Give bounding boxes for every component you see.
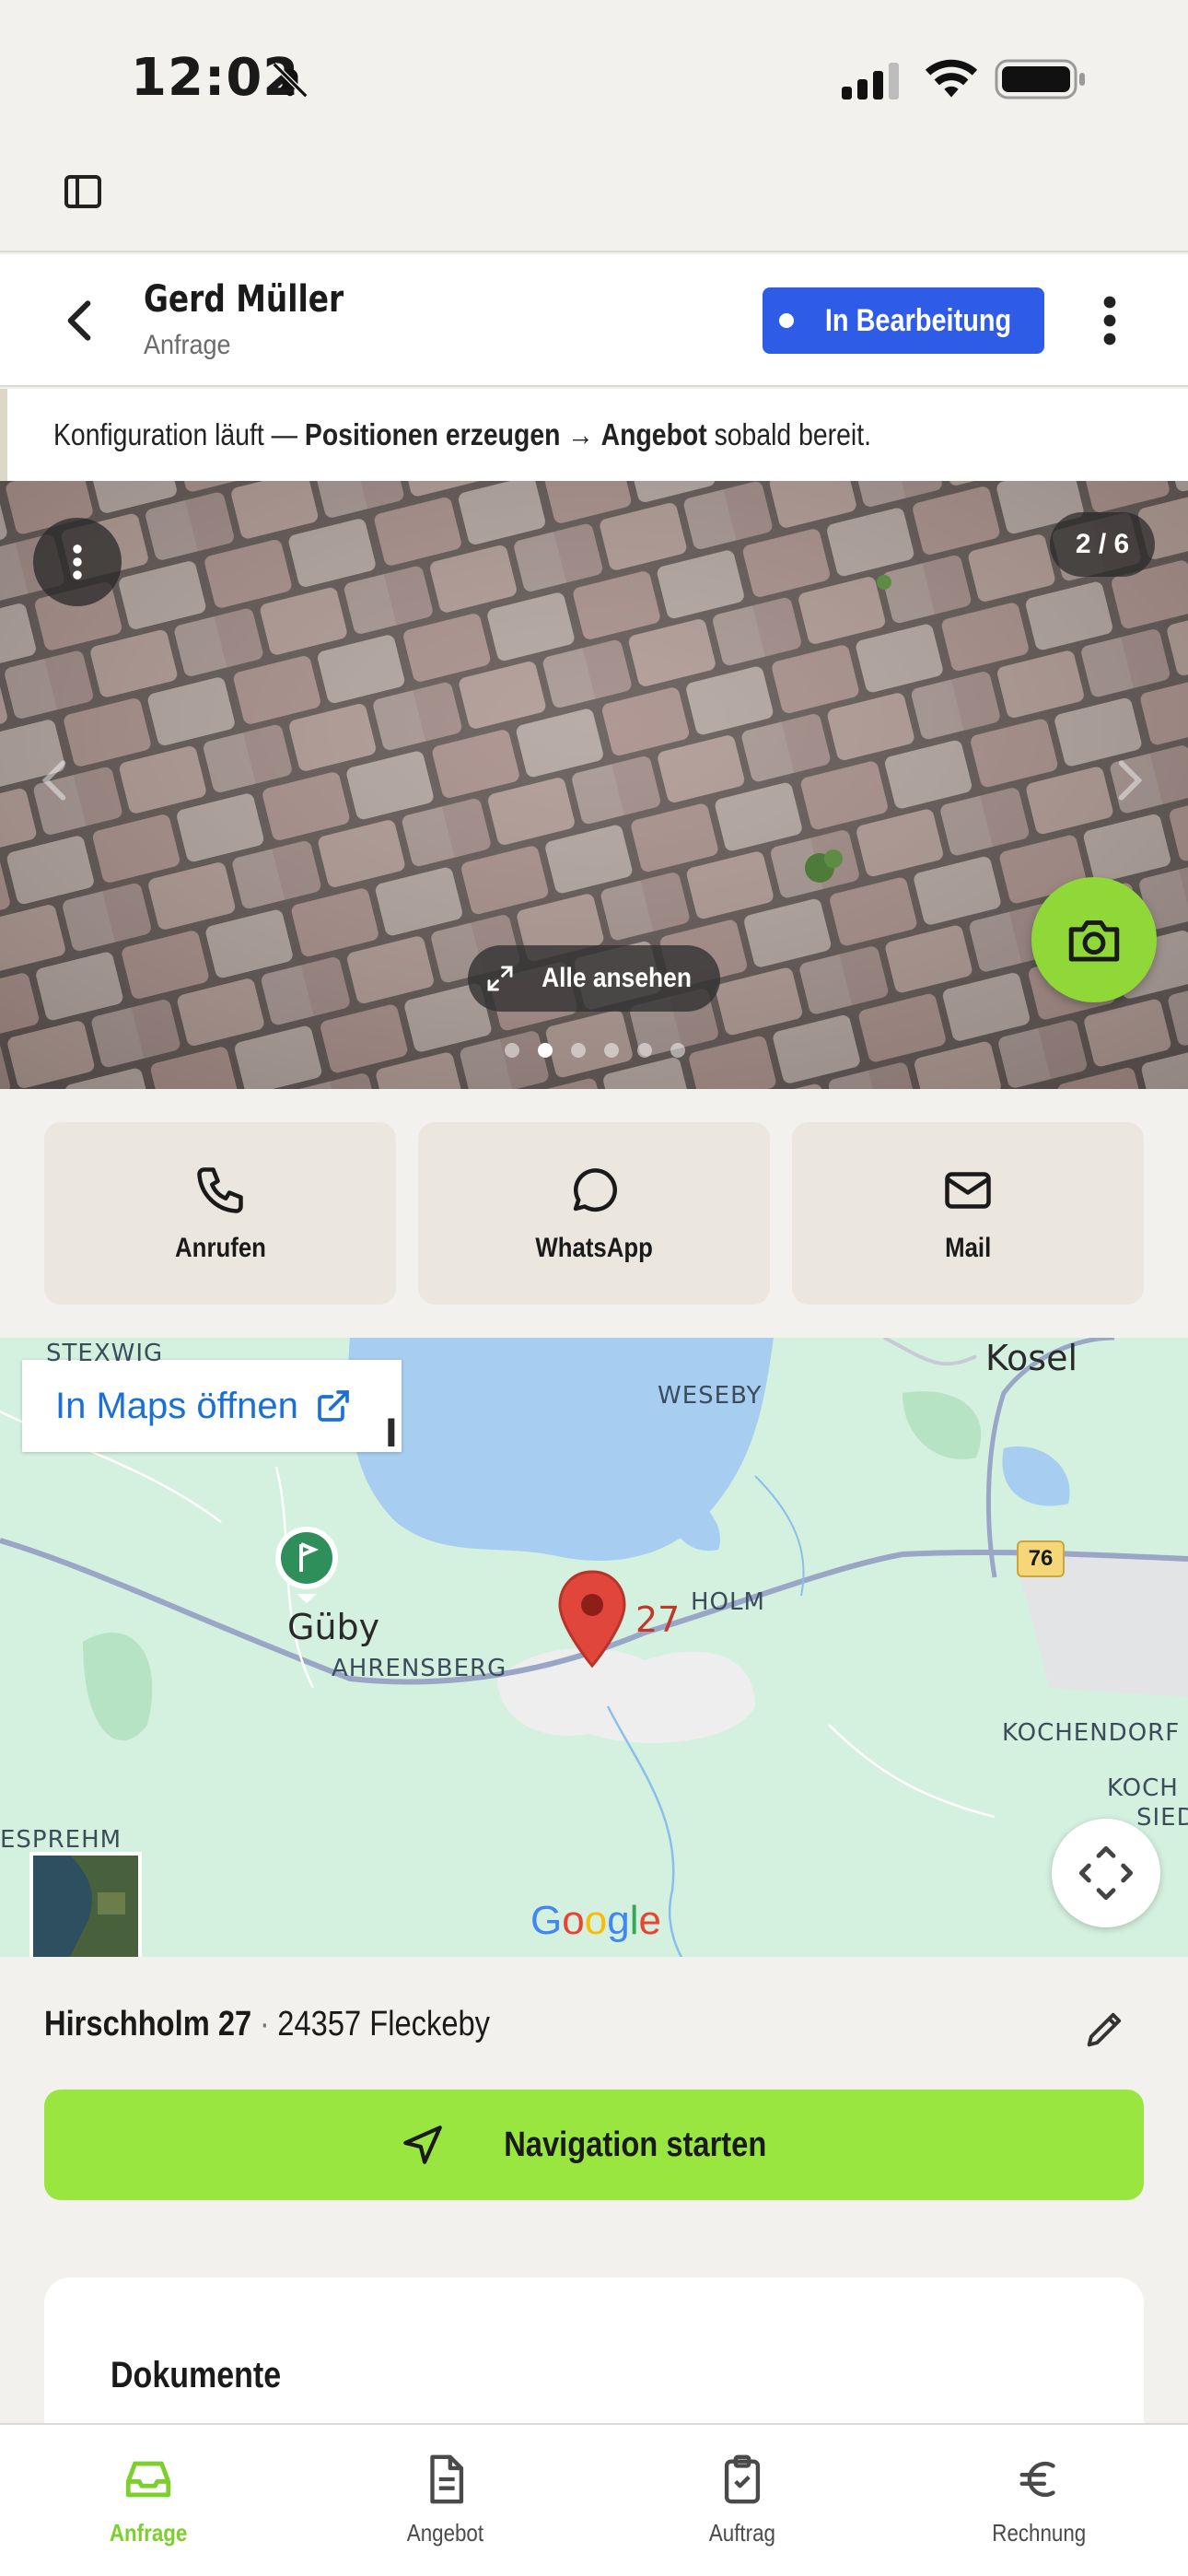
- whatsapp-button[interactable]: WhatsApp: [418, 1122, 770, 1305]
- golf-poi-icon[interactable]: [273, 1524, 341, 1603]
- map-label: WESEBY: [658, 1382, 763, 1410]
- edit-pencil-icon[interactable]: [1081, 2005, 1129, 2053]
- map-label: SIED: [1136, 1804, 1188, 1832]
- status-dot-icon: [778, 313, 794, 328]
- more-options-icon[interactable]: [1096, 295, 1124, 346]
- tab-label: Anfrage: [110, 2519, 188, 2547]
- open-in-maps-button[interactable]: In Maps öffnen: [22, 1360, 402, 1452]
- back-chevron-icon[interactable]: [59, 295, 99, 346]
- banner-suffix: sobald bereit.: [706, 417, 871, 451]
- page-dot: [670, 1043, 685, 1058]
- mail-icon: [945, 1172, 991, 1209]
- map-label: Güby: [287, 1607, 380, 1647]
- external-link-icon: [318, 1390, 349, 1422]
- tab-label: Rechnung: [992, 2519, 1087, 2547]
- page-dot: [571, 1043, 586, 1058]
- map-label: KOCHENDORF: [1002, 1719, 1181, 1747]
- marker-number-label: 27: [635, 1599, 681, 1640]
- photo-gallery[interactable]: 2 / 6 Alle ansehen: [0, 481, 1188, 1089]
- tab-anfrage[interactable]: Anfrage: [0, 2425, 297, 2576]
- google-logo: Google: [530, 1898, 661, 1943]
- previous-photo-icon[interactable]: [41, 757, 68, 803]
- navigation-label: Navigation starten: [504, 2125, 767, 2164]
- more-vertical-icon: [73, 544, 82, 580]
- camera-button[interactable]: [1031, 877, 1157, 1002]
- page-dot: [604, 1043, 619, 1058]
- inbox-icon: [126, 2461, 171, 2498]
- open-in-maps-label: In Maps öffnen: [55, 1385, 298, 1426]
- map-label: STEXWIG: [46, 1340, 164, 1367]
- whatsapp-label: WhatsApp: [535, 1233, 653, 1263]
- customer-name: Gerd Müller: [144, 278, 344, 321]
- tab-label: Angebot: [407, 2519, 484, 2547]
- euro-icon: [1019, 2461, 1055, 2498]
- wifi-icon: [925, 59, 978, 98]
- map-label: KOCH: [1107, 1774, 1179, 1802]
- location-pin-icon[interactable]: [556, 1568, 628, 1669]
- city: 24357 Fleckeby: [277, 2005, 491, 2043]
- satellite-thumbnail: [33, 1856, 138, 1957]
- page-dot: [637, 1043, 652, 1058]
- address-line: Hirschholm 27 · 24357 Fleckeby: [44, 2005, 490, 2044]
- call-button[interactable]: Anrufen: [44, 1122, 396, 1305]
- progress-banner: Konfiguration läuft — Positionen erzeuge…: [0, 389, 1188, 481]
- start-navigation-button[interactable]: Navigation starten: [44, 2090, 1144, 2200]
- banner-step-offer: Angebot: [600, 417, 707, 451]
- banner-arrow: →: [560, 417, 601, 451]
- navigation-arrow-icon: [403, 2125, 443, 2164]
- road-shield: 76: [1017, 1540, 1065, 1577]
- status-label: In Bearbeitung: [824, 302, 1012, 338]
- map-label: AHRENSBERG: [332, 1655, 507, 1682]
- mail-button[interactable]: Mail: [792, 1122, 1144, 1305]
- map-label: l: [385, 1413, 398, 1456]
- page-dot-active: [538, 1043, 553, 1058]
- call-label: Anrufen: [174, 1233, 266, 1263]
- phone-icon: [197, 1167, 243, 1213]
- location-map[interactable]: In Maps öffnen STEXWIG l WESEBY Kosel Gü…: [0, 1338, 1188, 1957]
- mail-label: Mail: [944, 1233, 992, 1263]
- satellite-layer-toggle[interactable]: [29, 1852, 142, 1957]
- tab-auftrag[interactable]: Auftrag: [594, 2425, 891, 2576]
- clipboard-check-icon: [725, 2454, 761, 2504]
- recenter-map-button[interactable]: [1052, 1819, 1160, 1927]
- app-top-bar: [0, 147, 1188, 252]
- tab-label: Auftrag: [709, 2519, 776, 2547]
- photo-page-indicator: [505, 1043, 685, 1058]
- banner-prefix: Konfiguration läuft —: [53, 417, 305, 451]
- move-arrows-icon: [1078, 1845, 1134, 1901]
- page-dot: [505, 1043, 519, 1058]
- battery-icon: [995, 59, 1085, 100]
- cellular-signal-icon: [842, 63, 899, 100]
- bell-muted-icon: [272, 62, 309, 99]
- document-icon: [430, 2454, 463, 2504]
- tab-angebot[interactable]: Angebot: [297, 2425, 595, 2576]
- photo-counter: 2 / 6: [1050, 512, 1155, 577]
- map-label: Kosel: [985, 1338, 1078, 1378]
- bottom-tab-bar: Anfrage Angebot Auftrag Rechnung: [0, 2423, 1188, 2576]
- next-photo-icon[interactable]: [1116, 757, 1144, 803]
- street: Hirschholm 27: [44, 2005, 252, 2043]
- status-bar: 12:02: [0, 0, 1188, 147]
- banner-step-positions: Positionen erzeugen: [304, 417, 561, 451]
- record-type: Anfrage: [144, 330, 231, 360]
- expand-icon: [487, 966, 513, 991]
- view-all-photos-button[interactable]: Alle ansehen: [468, 945, 720, 1012]
- chat-icon: [573, 1168, 618, 1212]
- tab-rechnung[interactable]: Rechnung: [891, 2425, 1188, 2576]
- sidebar-toggle-icon[interactable]: [61, 170, 105, 214]
- documents-title: Dokumente: [111, 2355, 282, 2395]
- address-separator: ·: [259, 2005, 270, 2043]
- view-all-label: Alle ansehen: [542, 963, 693, 993]
- photo-menu-button[interactable]: [33, 518, 122, 606]
- contact-actions: Anrufen WhatsApp Mail: [44, 1122, 1144, 1305]
- detail-header: Gerd Müller Anfrage In Bearbeitung: [0, 254, 1188, 387]
- map-label: ESPREHM: [0, 1826, 122, 1854]
- map-label: HOLM: [691, 1588, 765, 1616]
- camera-icon: [1068, 919, 1120, 962]
- status-badge[interactable]: In Bearbeitung: [763, 287, 1044, 354]
